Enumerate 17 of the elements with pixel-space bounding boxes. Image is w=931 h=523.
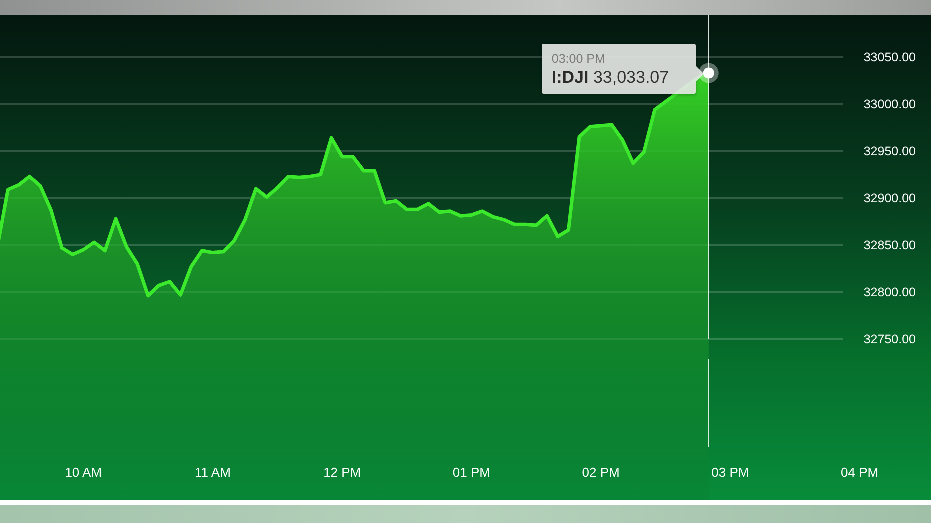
axis-label: 32950.00 xyxy=(864,144,916,158)
tooltip-value: I:DJI 33,033.07 xyxy=(552,68,670,88)
point-marker xyxy=(698,63,719,84)
axis-label: 10 AM xyxy=(65,465,102,480)
axis-label: 12 PM xyxy=(324,465,362,480)
axis-label: 03 PM xyxy=(712,465,750,480)
axis-label: 04 PM xyxy=(841,465,879,480)
axis-label: 11 AM xyxy=(195,465,231,480)
tooltip-time: 03:00 PM xyxy=(552,52,606,66)
axis-label: 32900.00 xyxy=(864,191,916,206)
axis-label: 33050.00 xyxy=(864,50,916,64)
axis-label: 32750.00 xyxy=(864,332,916,346)
axis-label: 33000.00 xyxy=(864,97,916,112)
axis-label: 32850.00 xyxy=(864,238,916,252)
axis-label: 02 PM xyxy=(582,465,620,480)
axis-label: 32800.00 xyxy=(864,285,916,300)
axis-label: 01 PM xyxy=(452,465,490,480)
